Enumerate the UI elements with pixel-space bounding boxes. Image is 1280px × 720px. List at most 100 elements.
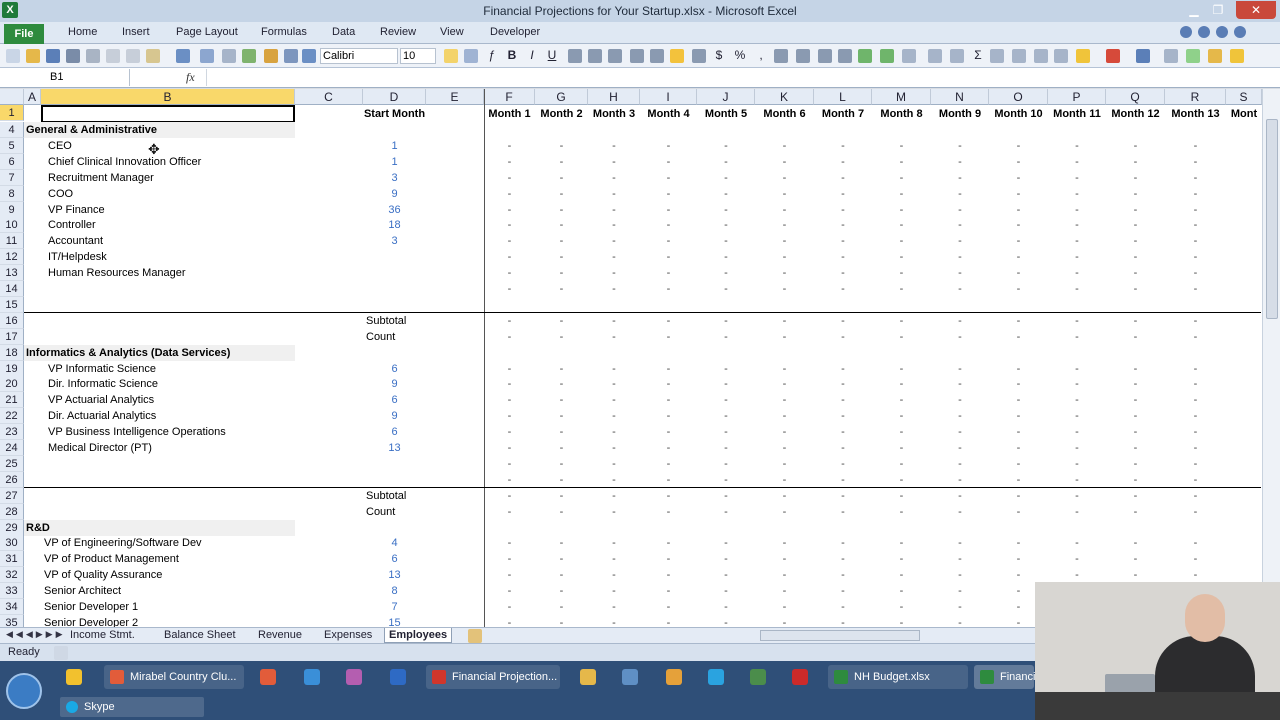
month-value-cell[interactable]: -: [535, 376, 588, 392]
month-value-cell[interactable]: -: [697, 456, 755, 472]
month-value-cell[interactable]: -: [1048, 265, 1106, 281]
month-value-cell[interactable]: -: [931, 424, 989, 440]
month-value-cell[interactable]: -: [588, 599, 640, 615]
month-value-cell[interactable]: -: [535, 504, 588, 520]
month-value-cell[interactable]: -: [931, 551, 989, 567]
month-value-cell[interactable]: -: [697, 217, 755, 233]
column-header-p[interactable]: P: [1048, 89, 1106, 105]
start-month-cell[interactable]: 8: [363, 583, 426, 599]
month-value-cell[interactable]: -: [1048, 472, 1106, 488]
month-value-cell[interactable]: -: [535, 186, 588, 202]
copy-icon[interactable]: [126, 49, 140, 63]
month-value-cell[interactable]: -: [1106, 472, 1165, 488]
month-value-cell[interactable]: -: [1106, 202, 1165, 218]
month-value-cell[interactable]: -: [1106, 504, 1165, 520]
month-value-cell[interactable]: -: [1165, 424, 1226, 440]
month-value-cell[interactable]: -: [484, 504, 535, 520]
month-value-cell[interactable]: -: [697, 361, 755, 377]
month-value-cell[interactable]: -: [697, 504, 755, 520]
row-header[interactable]: 7: [0, 170, 24, 186]
month-value-cell[interactable]: -: [484, 551, 535, 567]
month-value-cell[interactable]: -: [588, 504, 640, 520]
month-value-cell[interactable]: -: [640, 408, 697, 424]
month-value-cell[interactable]: -: [931, 170, 989, 186]
month-value-cell[interactable]: -: [755, 615, 814, 627]
month-value-cell[interactable]: -: [535, 599, 588, 615]
month-value-cell[interactable]: -: [1048, 376, 1106, 392]
month-value-cell[interactable]: -: [1165, 265, 1226, 281]
employee-title-cell[interactable]: COO: [46, 186, 296, 202]
month-value-cell[interactable]: -: [989, 488, 1048, 504]
employee-title-cell[interactable]: Medical Director (PT): [46, 440, 296, 456]
month-value-cell[interactable]: -: [1165, 440, 1226, 456]
month-value-cell[interactable]: -: [989, 376, 1048, 392]
month-value-cell[interactable]: -: [1106, 138, 1165, 154]
month-value-cell[interactable]: -: [872, 583, 931, 599]
explorer-icon[interactable]: [580, 669, 596, 685]
month-value-cell[interactable]: -: [1165, 281, 1226, 297]
bold-button[interactable]: B: [504, 48, 520, 62]
month-value-cell[interactable]: -: [755, 488, 814, 504]
month-value-cell[interactable]: -: [989, 154, 1048, 170]
month-value-cell[interactable]: -: [872, 265, 931, 281]
column-header-j[interactable]: J: [697, 89, 755, 105]
month-value-cell[interactable]: -: [814, 424, 872, 440]
name-box[interactable]: B1: [0, 69, 130, 86]
month-value-cell[interactable]: -: [931, 583, 989, 599]
month-value-cell[interactable]: -: [640, 599, 697, 615]
month-value-cell[interactable]: -: [989, 456, 1048, 472]
month-value-cell[interactable]: -: [872, 424, 931, 440]
month-value-cell[interactable]: -: [484, 472, 535, 488]
insert-rows-icon[interactable]: [990, 49, 1004, 63]
month-value-cell[interactable]: -: [588, 535, 640, 551]
column-header-h[interactable]: H: [588, 89, 640, 105]
month-value-cell[interactable]: -: [588, 408, 640, 424]
help-icon[interactable]: [1198, 26, 1210, 38]
month-value-cell[interactable]: -: [1106, 313, 1165, 329]
month-value-cell[interactable]: -: [755, 361, 814, 377]
month-value-cell[interactable]: -: [588, 186, 640, 202]
employee-title-cell[interactable]: Accountant: [46, 233, 296, 249]
month-value-cell[interactable]: -: [1165, 202, 1226, 218]
month-value-cell[interactable]: -: [640, 472, 697, 488]
row-header[interactable]: 29: [0, 520, 24, 536]
month-value-cell[interactable]: -: [755, 551, 814, 567]
month-value-cell[interactable]: -: [1048, 424, 1106, 440]
month-value-cell[interactable]: -: [931, 138, 989, 154]
month-value-cell[interactable]: -: [640, 154, 697, 170]
month-value-cell[interactable]: -: [931, 535, 989, 551]
font-color-icon[interactable]: [1106, 49, 1120, 63]
horizontal-scrollbar[interactable]: [760, 630, 920, 641]
month-value-cell[interactable]: -: [484, 488, 535, 504]
month-value-cell[interactable]: -: [931, 472, 989, 488]
macro-icon[interactable]: [1230, 49, 1244, 63]
ie-icon[interactable]: [304, 669, 320, 685]
taskbar-acrobat[interactable]: Financial Projection...: [426, 665, 560, 689]
row-header[interactable]: 5: [0, 138, 24, 154]
column-header-s[interactable]: S: [1226, 89, 1262, 105]
month-value-cell[interactable]: -: [640, 392, 697, 408]
month-value-cell[interactable]: -: [989, 170, 1048, 186]
refresh-icon[interactable]: [242, 49, 256, 63]
month-value-cell[interactable]: -: [931, 265, 989, 281]
twitter-icon[interactable]: [708, 669, 724, 685]
month-value-cell[interactable]: -: [484, 392, 535, 408]
format-icon[interactable]: [950, 49, 964, 63]
month-value-cell[interactable]: -: [989, 472, 1048, 488]
row-header[interactable]: 28: [0, 504, 24, 520]
month-value-cell[interactable]: -: [931, 154, 989, 170]
arrow-next-icon[interactable]: [880, 49, 894, 63]
start-month-cell[interactable]: 18: [363, 217, 426, 233]
start-month-cell[interactable]: 9: [363, 408, 426, 424]
row-header[interactable]: 31: [0, 551, 24, 567]
selected-cell-b1[interactable]: [41, 105, 295, 123]
row-header[interactable]: 8: [0, 186, 24, 202]
month-value-cell[interactable]: -: [814, 599, 872, 615]
month-value-cell[interactable]: -: [989, 265, 1048, 281]
vertical-scrollbar[interactable]: [1262, 89, 1280, 627]
employee-title-cell[interactable]: Chief Clinical Innovation Officer: [46, 154, 296, 170]
month-value-cell[interactable]: -: [1048, 440, 1106, 456]
month-value-cell[interactable]: -: [535, 281, 588, 297]
month-value-cell[interactable]: -: [755, 392, 814, 408]
row-header[interactable]: 26: [0, 472, 24, 488]
